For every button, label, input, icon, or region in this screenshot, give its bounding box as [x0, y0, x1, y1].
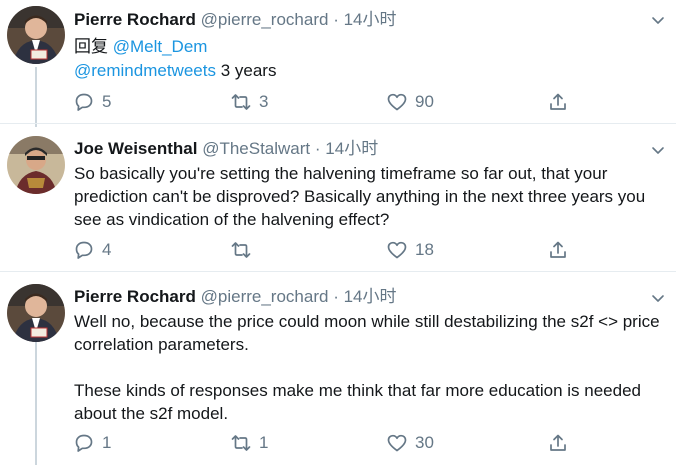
tweet-actions: 1 1 30 — [74, 431, 594, 455]
reply-label: 回复 — [74, 37, 108, 56]
retweet-button[interactable] — [231, 238, 259, 262]
reply-count: 4 — [102, 240, 112, 259]
tweet-header: Joe Weisenthal @TheStalwart · 14小时 — [74, 138, 636, 160]
author-handle[interactable]: @pierre_rochard — [201, 287, 329, 306]
timestamp[interactable]: 14小时 — [344, 10, 397, 29]
author-handle[interactable]: @TheStalwart — [202, 139, 310, 158]
chevron-down-icon[interactable] — [650, 142, 666, 158]
like-button[interactable]: 90 — [387, 90, 434, 114]
author-handle[interactable]: @pierre_rochard — [201, 10, 329, 29]
reply-count: 5 — [102, 92, 112, 111]
tweet-text: Well no, because the price could moon wh… — [74, 312, 660, 423]
author-name[interactable]: Joe Weisenthal — [74, 139, 197, 158]
timestamp[interactable]: 14小时 — [344, 287, 397, 306]
share-icon — [550, 93, 566, 110]
avatar[interactable] — [7, 136, 65, 194]
share-icon — [550, 434, 566, 451]
tweet-actions: 5 3 90 — [74, 90, 594, 114]
separator: · — [333, 287, 339, 306]
tweet-text: So basically you're setting the halvenin… — [74, 164, 650, 229]
reply-to-link[interactable]: @Melt_Dem — [113, 37, 208, 56]
heart-icon — [387, 93, 407, 111]
retweet-button[interactable]: 3 — [231, 90, 268, 114]
retweet-count: 1 — [259, 433, 269, 452]
retweet-icon — [231, 94, 251, 110]
reply-button[interactable]: 5 — [74, 90, 111, 114]
reply-button[interactable]: 1 — [74, 431, 111, 455]
mention-link[interactable]: @remindmetweets — [74, 61, 216, 80]
share-button[interactable] — [548, 431, 568, 455]
share-button[interactable] — [548, 238, 568, 262]
separator: · — [333, 10, 339, 29]
share-button[interactable] — [548, 90, 568, 114]
avatar[interactable] — [7, 284, 65, 342]
tweet-thread: Pierre Rochard @pierre_rochard · 14小时 回复… — [0, 0, 676, 465]
heart-icon — [387, 434, 407, 452]
share-icon — [550, 241, 566, 258]
like-count: 18 — [415, 240, 434, 259]
tweet[interactable]: Pierre Rochard @pierre_rochard · 14小时 回复… — [0, 0, 676, 124]
retweet-count: 3 — [259, 92, 269, 111]
avatar[interactable] — [7, 6, 65, 64]
like-button[interactable]: 18 — [387, 238, 434, 262]
chevron-down-icon[interactable] — [650, 12, 666, 28]
retweet-icon — [231, 435, 251, 451]
timestamp[interactable]: 14小时 — [325, 139, 378, 158]
tweet-text-rest: 3 years — [215, 61, 277, 80]
like-button[interactable]: 30 — [387, 431, 434, 455]
author-name[interactable]: Pierre Rochard — [74, 10, 196, 29]
like-count: 30 — [415, 433, 434, 452]
reply-button[interactable]: 4 — [74, 238, 111, 262]
retweet-icon — [231, 242, 251, 258]
reply-icon — [75, 241, 93, 259]
tweet-text: @remindmetweets 3 years — [74, 59, 276, 82]
retweet-button[interactable]: 1 — [231, 431, 268, 455]
chevron-down-icon[interactable] — [650, 290, 666, 306]
tweet-header: Pierre Rochard @pierre_rochard · 14小时 — [74, 286, 636, 308]
tweet-actions: 4 18 — [74, 238, 594, 262]
separator: · — [314, 139, 321, 158]
reply-icon — [75, 434, 93, 452]
tweet-header: Pierre Rochard @pierre_rochard · 14小时 — [74, 9, 636, 31]
reply-icon — [75, 93, 93, 111]
reply-context: 回复 @Melt_Dem — [74, 36, 207, 58]
author-name[interactable]: Pierre Rochard — [74, 287, 196, 306]
like-count: 90 — [415, 92, 434, 111]
heart-icon — [387, 241, 407, 259]
tweet[interactable]: Joe Weisenthal @TheStalwart · 14小时 So ba… — [0, 124, 676, 272]
tweet[interactable]: Pierre Rochard @pierre_rochard · 14小时 We… — [0, 272, 676, 465]
reply-count: 1 — [102, 433, 112, 452]
